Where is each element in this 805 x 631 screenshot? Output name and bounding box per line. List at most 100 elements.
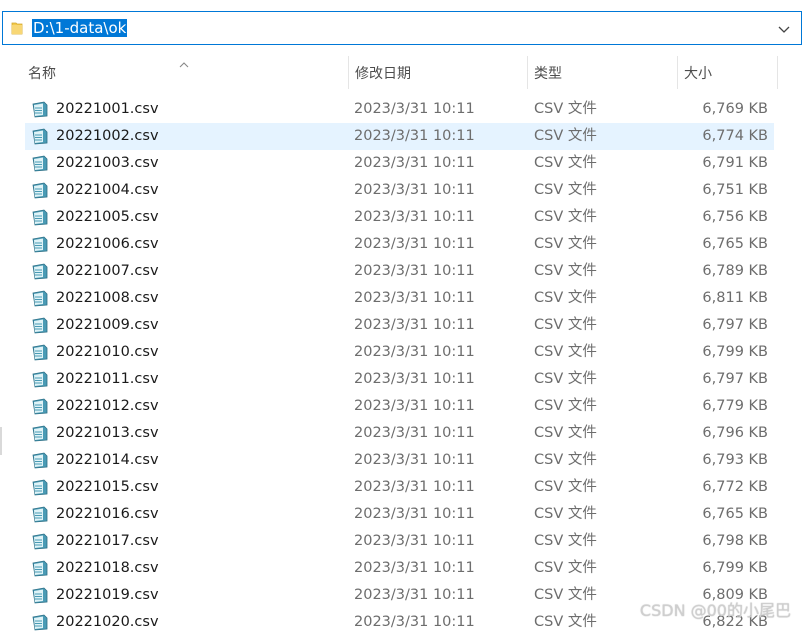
file-date: 2023/3/31 10:11 [354,209,475,225]
file-name: 20221008.csv [56,290,159,306]
file-name: 20221004.csv [56,182,159,198]
column-header-size[interactable]: 大小 [678,56,778,89]
file-type: CSV 文件 [534,425,597,441]
file-size: 6,799 KB [702,560,768,576]
file-size: 6,793 KB [702,452,768,468]
file-type: CSV 文件 [534,560,597,576]
file-type: CSV 文件 [534,236,597,252]
file-size: 6,765 KB [702,236,768,252]
file-name: 20221019.csv [56,587,159,603]
file-date: 2023/3/31 10:11 [354,398,475,414]
file-type: CSV 文件 [534,533,597,549]
column-divider[interactable] [777,56,778,89]
file-date: 2023/3/31 10:11 [354,533,475,549]
csv-file-icon [31,533,49,550]
file-size: 6,797 KB [702,317,768,333]
file-size: 6,796 KB [702,425,768,441]
column-header-type-label: 类型 [534,65,562,82]
file-date: 2023/3/31 10:11 [354,128,475,144]
file-size: 6,797 KB [702,371,768,387]
file-row[interactable]: 20221004.csv 2023/3/31 10:11 CSV 文件 6,751 K… [25,177,774,204]
file-name: 20221010.csv [56,344,159,360]
column-header-date[interactable]: 修改日期 [349,56,527,89]
file-date: 2023/3/31 10:11 [354,290,475,306]
file-row[interactable]: 20221012.csv 2023/3/31 10:11 CSV 文件 6,779 K… [25,393,774,420]
address-bar[interactable]: D:\1-data\ok [2,11,802,45]
csv-file-icon [31,479,49,496]
file-type: CSV 文件 [534,371,597,387]
csv-file-icon [31,209,49,226]
file-row[interactable]: 20221002.csv 2023/3/31 10:11 CSV 文件 6,774 K… [25,123,774,150]
file-row[interactable]: 20221009.csv 2023/3/31 10:11 CSV 文件 6,797 K… [25,312,774,339]
file-date: 2023/3/31 10:11 [354,560,475,576]
file-size: 6,799 KB [702,344,768,360]
csv-file-icon [31,344,49,361]
file-size: 6,772 KB [702,479,768,495]
file-row[interactable]: 20221005.csv 2023/3/31 10:11 CSV 文件 6,756 K… [25,204,774,231]
file-size: 6,779 KB [702,398,768,414]
csv-file-icon [31,371,49,388]
file-size: 6,811 KB [702,290,768,306]
file-name: 20221014.csv [56,452,159,468]
file-name: 20221015.csv [56,479,159,495]
file-row[interactable]: 20221006.csv 2023/3/31 10:11 CSV 文件 6,765 K… [25,231,774,258]
column-header-name-label: 名称 [28,65,56,82]
file-row[interactable]: 20221016.csv 2023/3/31 10:11 CSV 文件 6,765 K… [25,501,774,528]
file-row[interactable]: 20221008.csv 2023/3/31 10:11 CSV 文件 6,811 K… [25,285,774,312]
file-type: CSV 文件 [534,209,597,225]
file-type: CSV 文件 [534,452,597,468]
csv-file-icon [31,425,49,442]
file-date: 2023/3/31 10:11 [354,155,475,171]
file-explorer-window: D:\1-data\ok 名称 修改日期 类型 大小 20221001.csv 2… [0,0,805,631]
file-row[interactable]: 20221013.csv 2023/3/31 10:11 CSV 文件 6,796 K… [25,420,774,447]
file-size: 6,789 KB [702,263,768,279]
file-type: CSV 文件 [534,155,597,171]
file-type: CSV 文件 [534,290,597,306]
file-row[interactable]: 20221011.csv 2023/3/31 10:11 CSV 文件 6,797 K… [25,366,774,393]
file-row[interactable]: 20221015.csv 2023/3/31 10:11 CSV 文件 6,772 K… [25,474,774,501]
file-date: 2023/3/31 10:11 [354,317,475,333]
file-name: 20221001.csv [56,101,159,117]
csv-file-icon [31,155,49,172]
file-row[interactable]: 20221001.csv 2023/3/31 10:11 CSV 文件 6,769 K… [25,96,774,123]
csv-file-icon [31,101,49,118]
file-name: 20221002.csv [56,128,159,144]
csv-file-icon [31,317,49,334]
column-header-size-label: 大小 [684,65,712,82]
file-size: 6,798 KB [702,533,768,549]
file-date: 2023/3/31 10:11 [354,506,475,522]
csv-file-icon [31,236,49,253]
csv-file-icon [31,614,49,631]
file-row[interactable]: 20221017.csv 2023/3/31 10:11 CSV 文件 6,798 K… [25,528,774,555]
address-path[interactable]: D:\1-data\ok [32,19,128,37]
file-name: 20221006.csv [56,236,159,252]
file-name: 20221011.csv [56,371,159,387]
file-size: 6,756 KB [702,209,768,225]
file-name: 20221007.csv [56,263,159,279]
file-date: 2023/3/31 10:11 [354,425,475,441]
csv-file-icon [31,506,49,523]
file-name: 20221016.csv [56,506,159,522]
file-size: 6,751 KB [702,182,768,198]
csv-file-icon [31,398,49,415]
file-row[interactable]: 20221018.csv 2023/3/31 10:11 CSV 文件 6,799 K… [25,555,774,582]
file-row[interactable]: 20221014.csv 2023/3/31 10:11 CSV 文件 6,793 K… [25,447,774,474]
file-date: 2023/3/31 10:11 [354,263,475,279]
watermark: CSDN @00的小尾巴 [639,601,791,620]
file-name: 20221017.csv [56,533,159,549]
folder-icon [11,21,23,35]
csv-file-icon [31,263,49,280]
file-size: 6,791 KB [702,155,768,171]
file-name: 20221005.csv [56,209,159,225]
file-row[interactable]: 20221007.csv 2023/3/31 10:11 CSV 文件 6,789 K… [25,258,774,285]
file-date: 2023/3/31 10:11 [354,344,475,360]
column-header-name[interactable]: 名称 [22,56,348,89]
column-header-type[interactable]: 类型 [528,56,677,89]
scroll-marker [0,427,2,455]
csv-file-icon [31,452,49,469]
file-row[interactable]: 20221010.csv 2023/3/31 10:11 CSV 文件 6,799 K… [25,339,774,366]
file-name: 20221020.csv [56,614,159,630]
file-row[interactable]: 20221003.csv 2023/3/31 10:11 CSV 文件 6,791 K… [25,150,774,177]
file-type: CSV 文件 [534,614,597,630]
chevron-down-icon[interactable] [777,21,791,35]
